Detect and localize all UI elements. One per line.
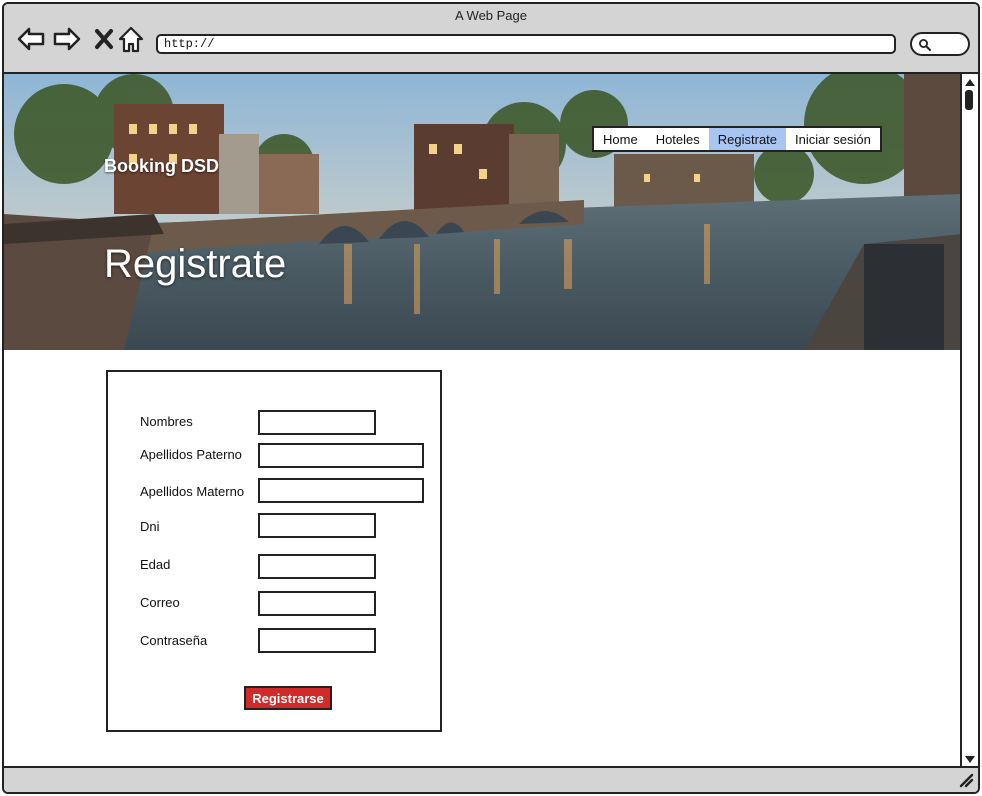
search-icon [919, 39, 931, 51]
registration-form: Nombres Apellidos Paterno Apellidos Mate… [106, 370, 442, 732]
url-bar[interactable]: http:// [156, 34, 896, 54]
window-title: A Web Page [454, 8, 528, 23]
apellido-paterno-field[interactable] [258, 443, 424, 468]
nav-home[interactable]: Home [594, 128, 647, 150]
back-icon[interactable] [16, 24, 46, 54]
browser-window: A Web Page http:// Booking DSD Registrat… [2, 2, 980, 794]
correo-label: Correo [140, 595, 180, 610]
scroll-down-icon[interactable] [963, 754, 977, 766]
hero-photo [4, 74, 962, 350]
nav-registrate[interactable]: Registrate [708, 128, 787, 150]
resize-grip-icon[interactable] [958, 772, 974, 788]
hero-banner: Booking DSD Registrate Home Hoteles Regi… [4, 74, 962, 350]
page-title: Registrate [104, 242, 287, 286]
nombres-label: Nombres [140, 414, 193, 429]
browser-search-field[interactable] [910, 32, 970, 56]
registrarse-button[interactable]: Registrarse [244, 686, 332, 710]
dni-label: Dni [140, 519, 160, 534]
apellido-paterno-label: Apellidos Paterno [140, 447, 242, 462]
contrasena-label: Contraseña [140, 633, 208, 648]
status-bar [4, 766, 978, 792]
correo-field[interactable] [258, 591, 376, 616]
nombres-field[interactable] [258, 410, 376, 435]
apellido-materno-label: Apellidos Materno [140, 484, 245, 499]
edad-label: Edad [140, 557, 171, 572]
nav-hoteles[interactable]: Hoteles [647, 128, 709, 150]
edad-field[interactable] [258, 554, 376, 579]
apellido-materno-field[interactable] [258, 478, 424, 503]
contrasena-field[interactable] [258, 628, 376, 653]
scroll-up-icon[interactable] [963, 76, 977, 88]
home-icon[interactable] [116, 24, 146, 54]
site-brand[interactable]: Booking DSD [104, 156, 219, 177]
dni-field[interactable] [258, 513, 376, 538]
page-content: Booking DSD Registrate Home Hoteles Regi… [4, 74, 962, 768]
browser-chrome: A Web Page http:// [4, 4, 978, 74]
forward-icon[interactable] [52, 24, 82, 54]
vertical-scrollbar[interactable] [960, 74, 978, 768]
scroll-thumb[interactable] [965, 90, 973, 110]
nav-iniciar-sesion[interactable]: Iniciar sesión [786, 128, 880, 150]
main-nav: Home Hoteles Registrate Iniciar sesión [592, 126, 882, 152]
